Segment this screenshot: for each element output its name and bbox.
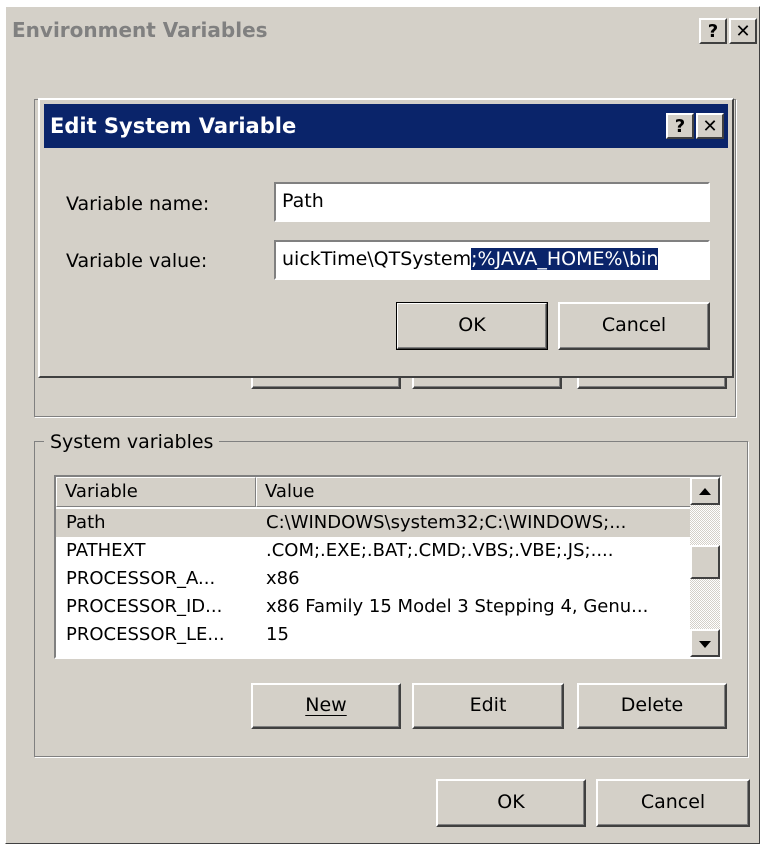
delete-button-label: Delete — [620, 694, 684, 716]
list-header: Variable Value — [56, 477, 692, 507]
value-cell: x86 — [266, 568, 300, 589]
edit-button-label: Edit — [469, 694, 507, 716]
column-header-value[interactable]: Value — [256, 477, 692, 507]
value-cell: .COM;.EXE;.BAT;.CMD;.VBS;.VBE;.JS;.... — [266, 540, 614, 561]
list-row[interactable]: PROCESSOR_LE... 15 — [56, 621, 692, 649]
scroll-down-button[interactable] — [690, 629, 720, 657]
value-cell: C:\WINDOWS\system32;C:\WINDOWS;... — [266, 512, 627, 533]
up-arrow-icon — [699, 487, 711, 495]
edit-ok-button[interactable]: OK — [396, 302, 548, 350]
edit-close-button[interactable]: ✕ — [696, 113, 724, 139]
cancel-button-label: Cancel — [640, 791, 706, 813]
edit-help-button[interactable]: ? — [666, 113, 694, 139]
variable-value-input[interactable]: uickTime\QTSystem;%JAVA_HOME%\bin — [274, 240, 710, 280]
vertical-scrollbar[interactable] — [690, 477, 720, 657]
variable-name-input[interactable]: Path — [274, 182, 710, 222]
variable-cell: PROCESSOR_ID... — [66, 596, 223, 617]
variable-cell: Path — [66, 512, 106, 533]
variable-value-label: Variable value: — [66, 250, 208, 272]
edit-ok-label: OK — [458, 314, 486, 336]
variable-cell: PATHEXT — [66, 540, 146, 561]
system-variables-label: System variables — [44, 431, 220, 453]
ok-button[interactable]: OK — [436, 779, 586, 827]
env-titlebar: Environment Variables ? ✕ — [8, 9, 757, 51]
edit-button[interactable]: Edit — [412, 683, 564, 729]
value-cell: x86 Family 15 Model 3 Stepping 4, Genu..… — [266, 596, 649, 617]
edit-dialog-titlebar: Edit System Variable ? ✕ — [44, 104, 728, 148]
variable-name-label: Variable name: — [66, 193, 210, 215]
list-row[interactable]: PROCESSOR_ID... x86 Family 15 Model 3 St… — [56, 593, 692, 621]
cancel-button[interactable]: Cancel — [596, 779, 750, 827]
ok-button-label: OK — [497, 791, 525, 813]
list-row[interactable]: PROCESSOR_A... x86 — [56, 565, 692, 593]
delete-button[interactable]: Delete — [577, 683, 727, 729]
list-row[interactable]: PATHEXT .COM;.EXE;.BAT;.CMD;.VBS;.VBE;.J… — [56, 537, 692, 565]
down-arrow-icon — [699, 640, 711, 648]
value-text: uickTime\QTSystem — [282, 248, 472, 270]
new-button[interactable]: New — [251, 683, 401, 729]
close-button[interactable]: ✕ — [729, 18, 757, 44]
column-header-variable[interactable]: Variable — [56, 477, 256, 507]
new-button-label: New — [305, 694, 347, 716]
variable-cell: PROCESSOR_A... — [66, 568, 216, 589]
value-cell: 15 — [266, 624, 289, 645]
value-selected-text: ;%JAVA_HOME%\bin — [471, 248, 659, 270]
variable-cell: PROCESSOR_LE... — [66, 624, 225, 645]
scroll-thumb[interactable] — [690, 545, 720, 579]
edit-cancel-button[interactable]: Cancel — [558, 302, 710, 350]
edit-system-variable-dialog: Edit System Variable ? ✕ Variable name: … — [38, 98, 734, 378]
scroll-up-button[interactable] — [690, 477, 720, 505]
list-row[interactable]: Path C:\WINDOWS\system32;C:\WINDOWS;... — [56, 509, 692, 537]
edit-cancel-label: Cancel — [601, 314, 667, 336]
system-variables-list[interactable]: Variable Value Path C:\WINDOWS\system32;… — [54, 475, 722, 659]
edit-dialog-title: Edit System Variable — [50, 114, 297, 138]
env-window-title: Environment Variables — [12, 18, 268, 42]
help-button[interactable]: ? — [699, 18, 727, 44]
